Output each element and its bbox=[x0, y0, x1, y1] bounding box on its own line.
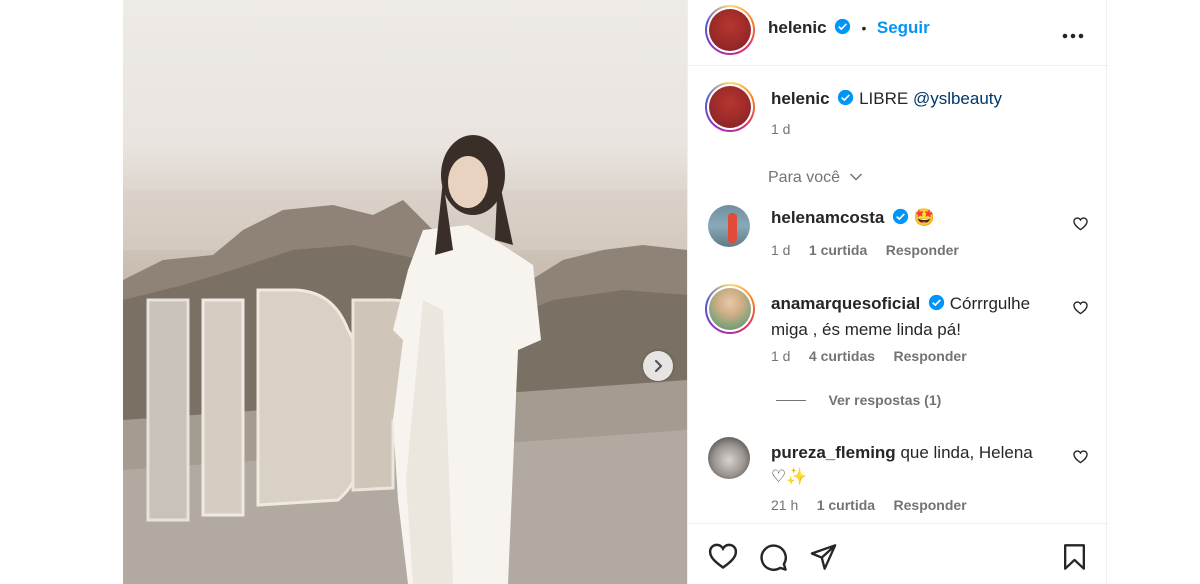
chevron-down-icon bbox=[849, 173, 862, 181]
commenter-avatar[interactable] bbox=[708, 205, 750, 247]
post-side-panel: helenic • Seguir helenic LIBRE @yslbeaut… bbox=[687, 0, 1108, 584]
comment-icon bbox=[760, 544, 787, 571]
verified-badge-icon bbox=[837, 89, 854, 111]
caption-username[interactable]: helenic bbox=[771, 89, 830, 108]
comment-username[interactable]: anamarquesoficial bbox=[771, 294, 920, 313]
comment-body: helenamcosta 🤩 bbox=[771, 208, 935, 230]
comment-text-line2: miga , és meme linda pá! bbox=[771, 320, 961, 339]
verified-badge-icon bbox=[892, 208, 909, 230]
comment-text-line1: Córrrgulhe bbox=[949, 294, 1031, 313]
comment-likes[interactable]: 1 curtida bbox=[809, 242, 867, 258]
commenter-avatar[interactable] bbox=[708, 437, 750, 479]
follow-button[interactable]: Seguir bbox=[877, 18, 930, 37]
comment-username[interactable]: helenamcosta bbox=[771, 208, 884, 227]
caption-text: LIBRE bbox=[859, 89, 909, 108]
comment-like-heart-icon[interactable] bbox=[1073, 301, 1088, 320]
comment-like-heart-icon[interactable] bbox=[1073, 217, 1088, 236]
comments-filter-label: Para você bbox=[768, 169, 841, 186]
comment-text-line2: ♡✨ bbox=[771, 467, 808, 486]
commenter-avatar[interactable] bbox=[705, 284, 755, 334]
reply-button[interactable]: Responder bbox=[894, 348, 967, 364]
post-header: helenic • Seguir bbox=[688, 0, 1108, 66]
comment-text-line1: que linda, Helena bbox=[900, 443, 1033, 462]
reply-button[interactable]: Responder bbox=[886, 242, 959, 258]
share-button[interactable] bbox=[809, 543, 838, 576]
comment-meta: 21 h 1 curtida Responder bbox=[771, 497, 967, 515]
heart-icon bbox=[708, 543, 738, 570]
more-options-icon[interactable] bbox=[1062, 26, 1084, 44]
caption-timestamp[interactable]: 1 d bbox=[771, 121, 790, 137]
post-photo bbox=[123, 135, 687, 584]
save-button[interactable] bbox=[1062, 543, 1087, 576]
caption: helenic LIBRE @yslbeauty bbox=[771, 89, 1002, 111]
comment-timestamp[interactable]: 21 h bbox=[771, 497, 798, 513]
comment-like-heart-icon[interactable] bbox=[1073, 450, 1088, 469]
caption-author-avatar[interactable] bbox=[705, 82, 755, 132]
comment-text: 🤩 bbox=[913, 208, 936, 227]
author-username[interactable]: helenic bbox=[768, 18, 827, 37]
next-media-button[interactable] bbox=[643, 351, 673, 381]
view-replies-label: Ver respostas (1) bbox=[828, 392, 942, 408]
header-separator: • bbox=[861, 20, 867, 36]
verified-badge-icon bbox=[834, 18, 851, 40]
comment-button[interactable] bbox=[759, 543, 788, 577]
caption-mention-link[interactable]: @yslbeauty bbox=[913, 89, 1002, 108]
like-button[interactable] bbox=[708, 543, 738, 575]
post-actions-bar bbox=[688, 523, 1108, 584]
author-avatar[interactable] bbox=[705, 5, 755, 55]
comment-body: pureza_fleming que linda, Helena ♡✨ bbox=[771, 441, 1071, 489]
bookmark-icon bbox=[1063, 544, 1085, 570]
comment-username[interactable]: pureza_fleming bbox=[771, 443, 896, 462]
chevron-right-icon bbox=[654, 359, 663, 373]
comment-likes[interactable]: 4 curtidas bbox=[809, 348, 875, 364]
comment-timestamp[interactable]: 1 d bbox=[771, 348, 790, 364]
comment-meta: 1 d 1 curtida Responder bbox=[771, 242, 959, 260]
comment-timestamp[interactable]: 1 d bbox=[771, 242, 790, 258]
comment-meta: 1 d 4 curtidas Responder bbox=[771, 348, 967, 366]
reply-button[interactable]: Responder bbox=[894, 497, 967, 513]
view-replies-button[interactable]: Ver respostas (1) bbox=[776, 392, 941, 410]
comment-likes[interactable]: 1 curtida bbox=[817, 497, 875, 513]
comment-body: anamarquesoficial Córrrgulhe miga , és m… bbox=[771, 292, 1071, 342]
post-media[interactable] bbox=[123, 0, 687, 584]
comments-filter-dropdown[interactable]: Para você bbox=[768, 169, 863, 187]
share-icon bbox=[810, 544, 837, 570]
replies-divider bbox=[776, 400, 806, 402]
verified-badge-icon bbox=[928, 294, 945, 318]
